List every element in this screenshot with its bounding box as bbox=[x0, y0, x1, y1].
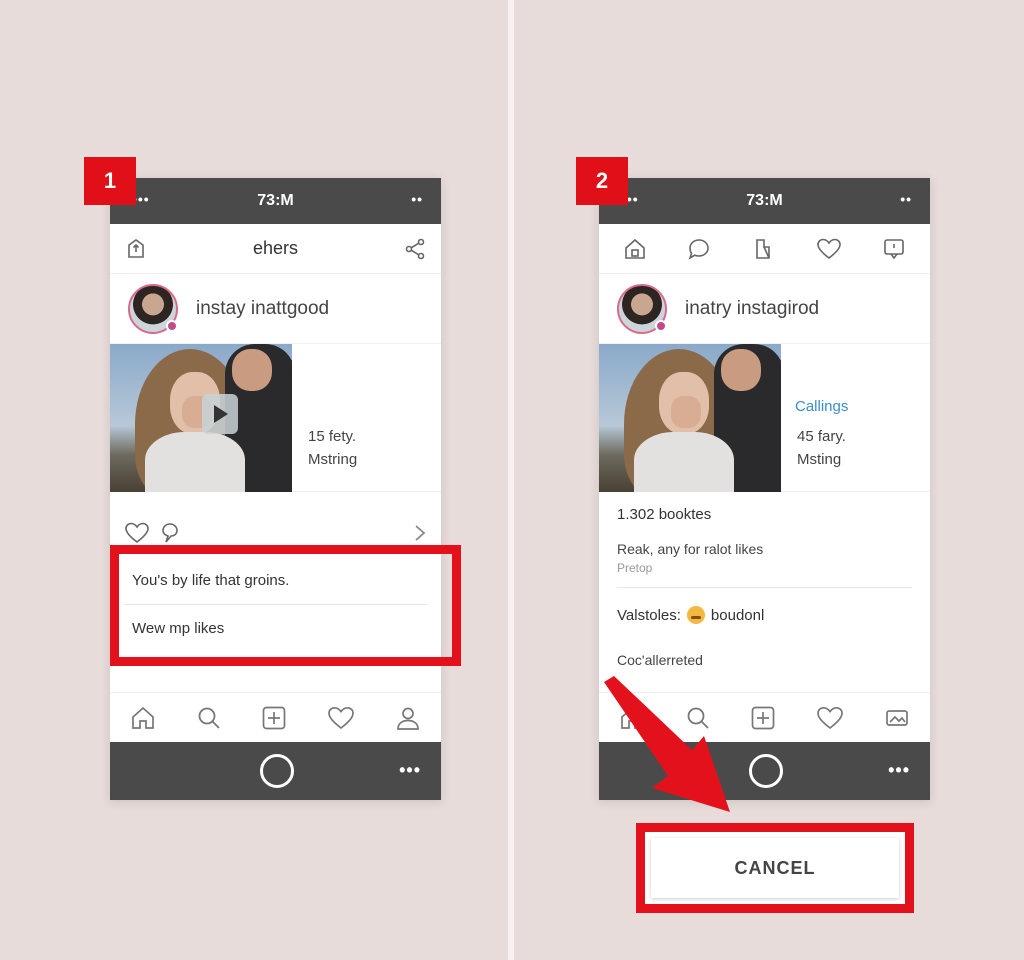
arrow-pointer-icon bbox=[604, 676, 730, 812]
share-icon[interactable] bbox=[403, 237, 427, 261]
system-home-bar: ••• bbox=[110, 742, 441, 800]
top-nav bbox=[599, 224, 930, 274]
post-meta-status: Msting bbox=[797, 451, 842, 468]
profile-row[interactable]: inatry instagirod bbox=[599, 274, 930, 344]
more-icon[interactable]: ••• bbox=[888, 760, 910, 781]
chevron-right-icon[interactable] bbox=[413, 523, 427, 543]
more-icon[interactable]: ••• bbox=[399, 760, 421, 781]
collected-text[interactable]: Coc'allerreted bbox=[617, 652, 912, 668]
post-info: Callings 45 fary. Msting bbox=[781, 344, 930, 492]
play-icon[interactable] bbox=[202, 394, 238, 434]
highlight-box-cancel: CANCEL bbox=[636, 823, 914, 913]
status-time: 73:M bbox=[257, 192, 294, 209]
photo-hand-shape bbox=[671, 396, 701, 428]
top-nav: ehers bbox=[110, 224, 441, 274]
heart-icon[interactable] bbox=[327, 706, 355, 730]
status-bar: ••• 73:M •• bbox=[110, 178, 441, 224]
home-button[interactable] bbox=[260, 754, 294, 788]
post-stats: 1.302 booktes Reak, any for ralot likes … bbox=[617, 506, 912, 668]
message-icon[interactable] bbox=[882, 237, 906, 261]
heart-icon[interactable] bbox=[816, 238, 842, 260]
phone-screen-step-1: ••• 73:M •• ehers instay inattgood 15 fe… bbox=[110, 178, 441, 800]
gallery-icon[interactable] bbox=[884, 705, 910, 731]
profile-icon[interactable] bbox=[395, 705, 421, 731]
reaction-row: Valstoles: boudonl bbox=[617, 606, 912, 624]
heart-icon[interactable] bbox=[124, 522, 150, 544]
story-badge bbox=[166, 319, 178, 332]
cancel-button[interactable]: CANCEL bbox=[651, 838, 899, 898]
post-photo[interactable] bbox=[599, 344, 781, 492]
profile-name: instay inattgood bbox=[196, 297, 330, 319]
reaction-value: boudonl bbox=[710, 606, 765, 624]
post-meta-status: Mstring bbox=[308, 451, 358, 468]
post-meta-count: 15 fety. bbox=[308, 428, 357, 445]
status-time: 73:M bbox=[746, 192, 783, 209]
likes-count[interactable]: 1.302 booktes bbox=[617, 506, 912, 523]
profile-name: inatry instagirod bbox=[685, 297, 820, 319]
photo-sweater-shape bbox=[634, 432, 734, 492]
post-link[interactable]: Callings bbox=[795, 398, 848, 415]
profile-row[interactable]: instay inattgood bbox=[110, 274, 441, 344]
avatar[interactable] bbox=[617, 283, 667, 334]
panel-divider bbox=[508, 0, 514, 960]
heart-icon[interactable] bbox=[816, 706, 844, 730]
photo-man-face-shape bbox=[721, 349, 761, 391]
photo-man-face-shape bbox=[232, 349, 272, 391]
home-icon[interactable] bbox=[623, 237, 647, 261]
share-box-icon[interactable] bbox=[124, 237, 148, 261]
comment-icon[interactable] bbox=[160, 522, 180, 544]
reply-text[interactable]: Reak, any for ralot likes bbox=[617, 541, 912, 557]
reaction-label: Valstoles: bbox=[617, 606, 681, 624]
reply-subtext: Pretop bbox=[617, 561, 653, 575]
divider bbox=[617, 587, 912, 588]
post-info: 15 fety. Mstring bbox=[292, 344, 441, 492]
add-icon[interactable] bbox=[261, 705, 287, 731]
status-battery: •• bbox=[900, 191, 912, 207]
step-badge-1: 1 bbox=[84, 157, 136, 205]
bookmark-icon[interactable] bbox=[751, 237, 775, 261]
chat-icon[interactable] bbox=[687, 237, 711, 261]
page-title: ehers bbox=[252, 238, 299, 258]
highlight-box-comments bbox=[110, 545, 461, 666]
step-badge-2: 2 bbox=[576, 157, 628, 205]
post-row: 15 fety. Mstring bbox=[110, 344, 441, 492]
emoji-icon bbox=[686, 606, 705, 624]
status-battery: •• bbox=[411, 191, 423, 207]
search-icon[interactable] bbox=[196, 705, 222, 731]
post-meta-count: 45 fary. bbox=[797, 428, 846, 445]
status-bar: ••• 73:M •• bbox=[599, 178, 930, 224]
post-row: Callings 45 fary. Msting bbox=[599, 344, 930, 492]
home-icon[interactable] bbox=[130, 705, 156, 731]
photo-sweater-shape bbox=[145, 432, 245, 492]
bottom-nav bbox=[110, 692, 441, 742]
post-video-thumbnail[interactable] bbox=[110, 344, 292, 492]
avatar[interactable] bbox=[128, 283, 178, 334]
story-badge bbox=[655, 319, 667, 332]
